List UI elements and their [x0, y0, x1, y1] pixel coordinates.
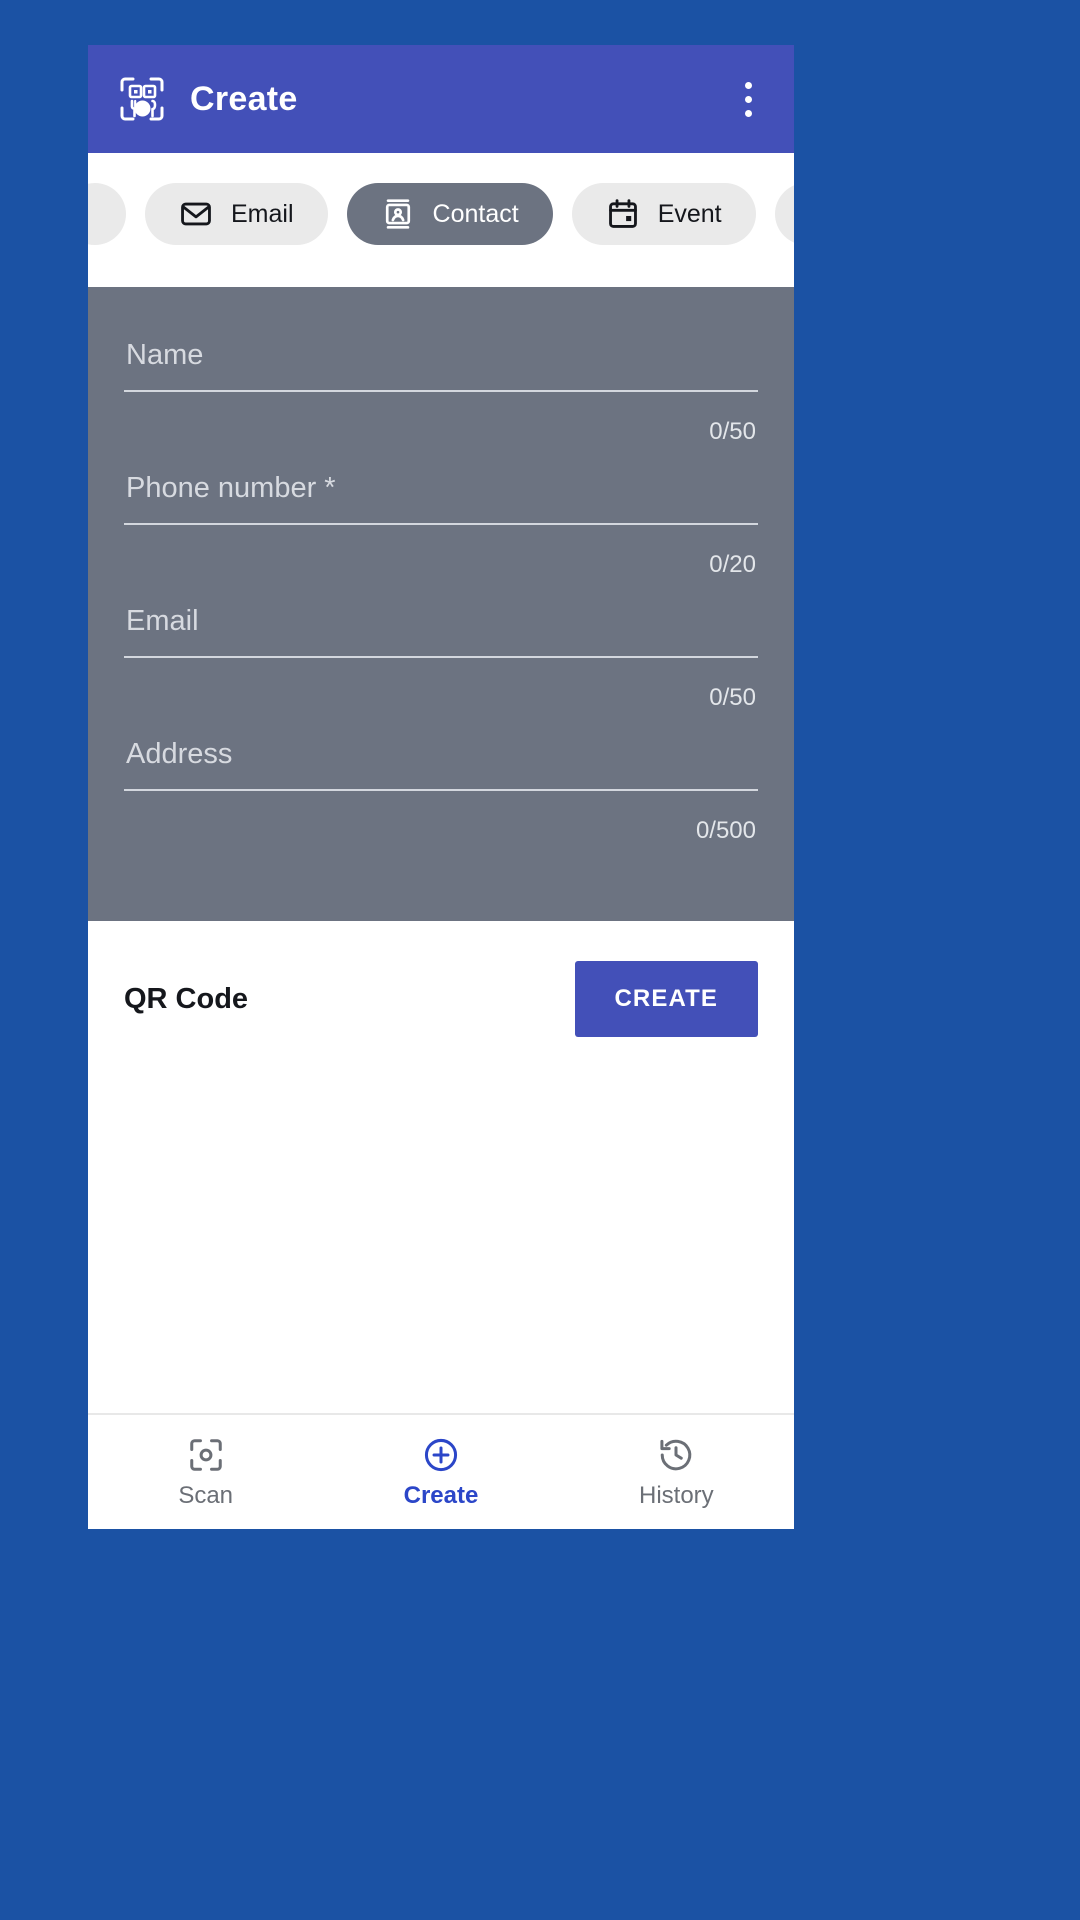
- tab-chip-partial-left[interactable]: [88, 183, 126, 245]
- field-address[interactable]: Address 0/500: [124, 740, 758, 843]
- create-button[interactable]: CREATE: [574, 961, 758, 1037]
- tab-chip-email-label: Email: [231, 199, 294, 228]
- field-phone-counter: 0/20: [709, 551, 756, 578]
- tab-chip-sms[interactable]: [774, 183, 794, 245]
- type-chip-row: Email Contact Event: [88, 183, 794, 245]
- history-clock-icon: [657, 1436, 695, 1474]
- tab-chip-contact[interactable]: Contact: [346, 183, 553, 245]
- screen-root: Create Email Contact Event Name 0/50 Pho…: [0, 0, 1080, 1920]
- tab-chip-email[interactable]: Email: [145, 183, 328, 245]
- field-phone[interactable]: Phone number * 0/20: [124, 474, 758, 577]
- type-tab-scroller[interactable]: Email Contact Event: [88, 153, 794, 287]
- app-bar: Create: [88, 45, 794, 153]
- scan-frame-icon: [187, 1436, 225, 1474]
- qr-code-section: QR Code CREATE: [88, 921, 794, 1413]
- field-phone-underline: [124, 523, 758, 525]
- field-name-counter: 0/50: [709, 418, 756, 445]
- nav-item-history-label: History: [638, 1482, 714, 1509]
- bottom-navigation: Scan Create History: [88, 1413, 794, 1529]
- more-vertical-icon[interactable]: [728, 75, 768, 123]
- page-title: Create: [190, 80, 298, 118]
- mail-icon: [179, 197, 213, 231]
- field-name[interactable]: Name 0/50: [124, 341, 758, 444]
- contact-card-icon: [381, 197, 415, 231]
- app-window: Create Email Contact Event Name 0/50 Pho…: [88, 45, 794, 1529]
- field-email-label: Email: [126, 605, 199, 637]
- field-email-counter: 0/50: [709, 684, 756, 711]
- field-name-label: Name: [126, 339, 204, 371]
- nav-item-create-label: Create: [403, 1482, 479, 1509]
- field-name-underline: [124, 390, 758, 392]
- field-email[interactable]: Email 0/50: [124, 607, 758, 710]
- qr-code-title: QR Code: [124, 982, 249, 1015]
- tab-chip-contact-label: Contact: [432, 199, 519, 228]
- field-address-underline: [124, 789, 758, 791]
- plus-circle-icon: [422, 1436, 460, 1474]
- nav-item-scan-label: Scan: [178, 1482, 234, 1509]
- calendar-icon: [606, 197, 640, 231]
- qr-code-header: QR Code CREATE: [124, 961, 758, 1037]
- field-email-underline: [124, 656, 758, 658]
- field-address-label: Address: [126, 738, 233, 770]
- contact-form: Name 0/50 Phone number * 0/20 Email 0/50…: [88, 287, 794, 921]
- nav-item-create[interactable]: Create: [323, 1436, 558, 1508]
- field-phone-label: Phone number *: [126, 472, 336, 504]
- qr-food-scan-icon: [118, 75, 166, 123]
- tab-chip-event-label: Event: [657, 199, 722, 228]
- nav-item-scan[interactable]: Scan: [88, 1436, 323, 1508]
- qr-code-preview-area: [124, 1037, 758, 1367]
- tab-chip-event[interactable]: Event: [571, 183, 756, 245]
- nav-item-history[interactable]: History: [559, 1436, 794, 1508]
- field-address-counter: 0/500: [695, 817, 756, 844]
